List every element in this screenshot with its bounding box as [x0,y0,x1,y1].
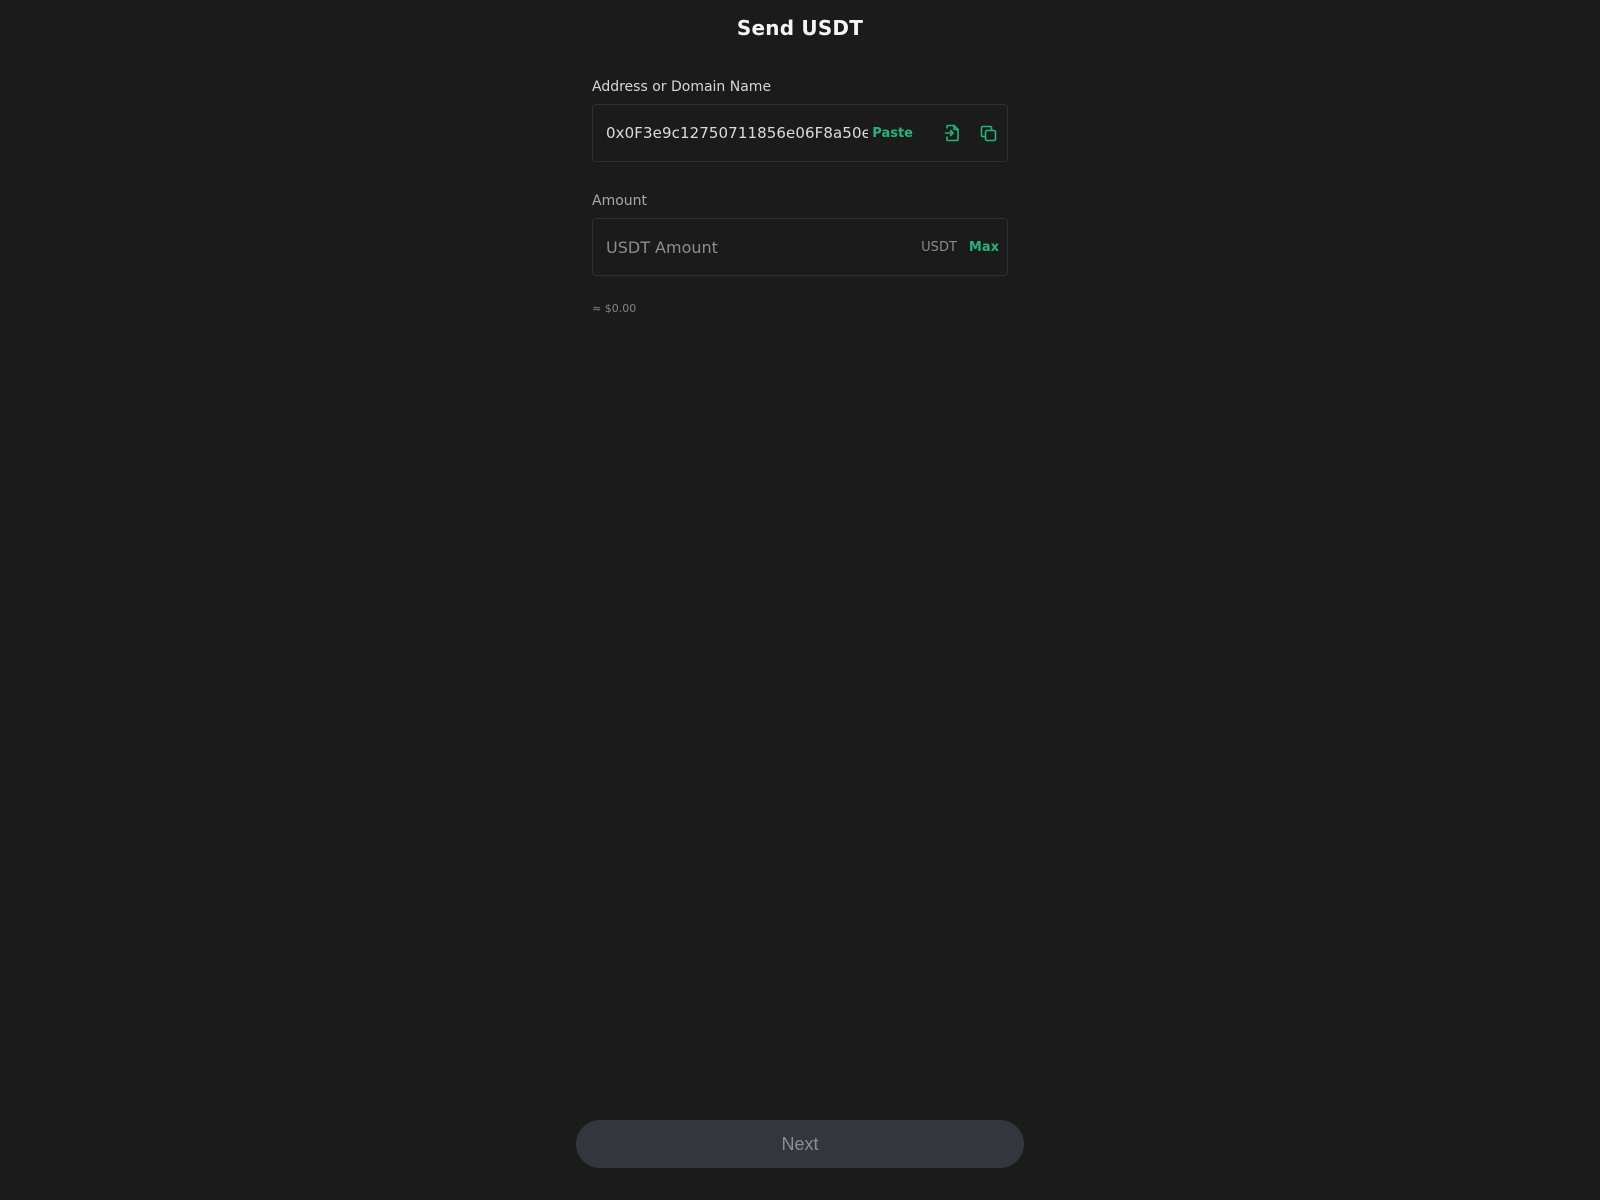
send-form: Address or Domain Name 0x0F3e9c127507118… [592,78,1008,315]
address-input-value[interactable]: 0x0F3e9c12750711856e06F8a50e611 [606,124,868,142]
fiat-estimate: ≈ $0.00 [592,302,637,315]
field-spacer [592,162,1008,192]
address-input[interactable]: 0x0F3e9c12750711856e06F8a50e611 Paste [592,104,1008,162]
page-title: Send USDT [736,16,864,40]
copy-icon[interactable] [977,122,999,144]
paste-button[interactable]: Paste [872,126,913,141]
address-field-label: Address or Domain Name [592,79,772,95]
amount-input[interactable]: USDT Amount USDT Max [592,218,1008,276]
next-button[interactable]: Next [576,1120,1024,1168]
send-usdt-page: Send USDT Address or Domain Name 0x0F3e9… [0,0,1600,1200]
amount-unit-label: USDT [921,239,957,255]
paste-file-icon[interactable] [941,122,963,144]
amount-input-placeholder[interactable]: USDT Amount [606,238,921,257]
amount-field-label: Amount [592,193,648,209]
max-button[interactable]: Max [969,240,999,255]
